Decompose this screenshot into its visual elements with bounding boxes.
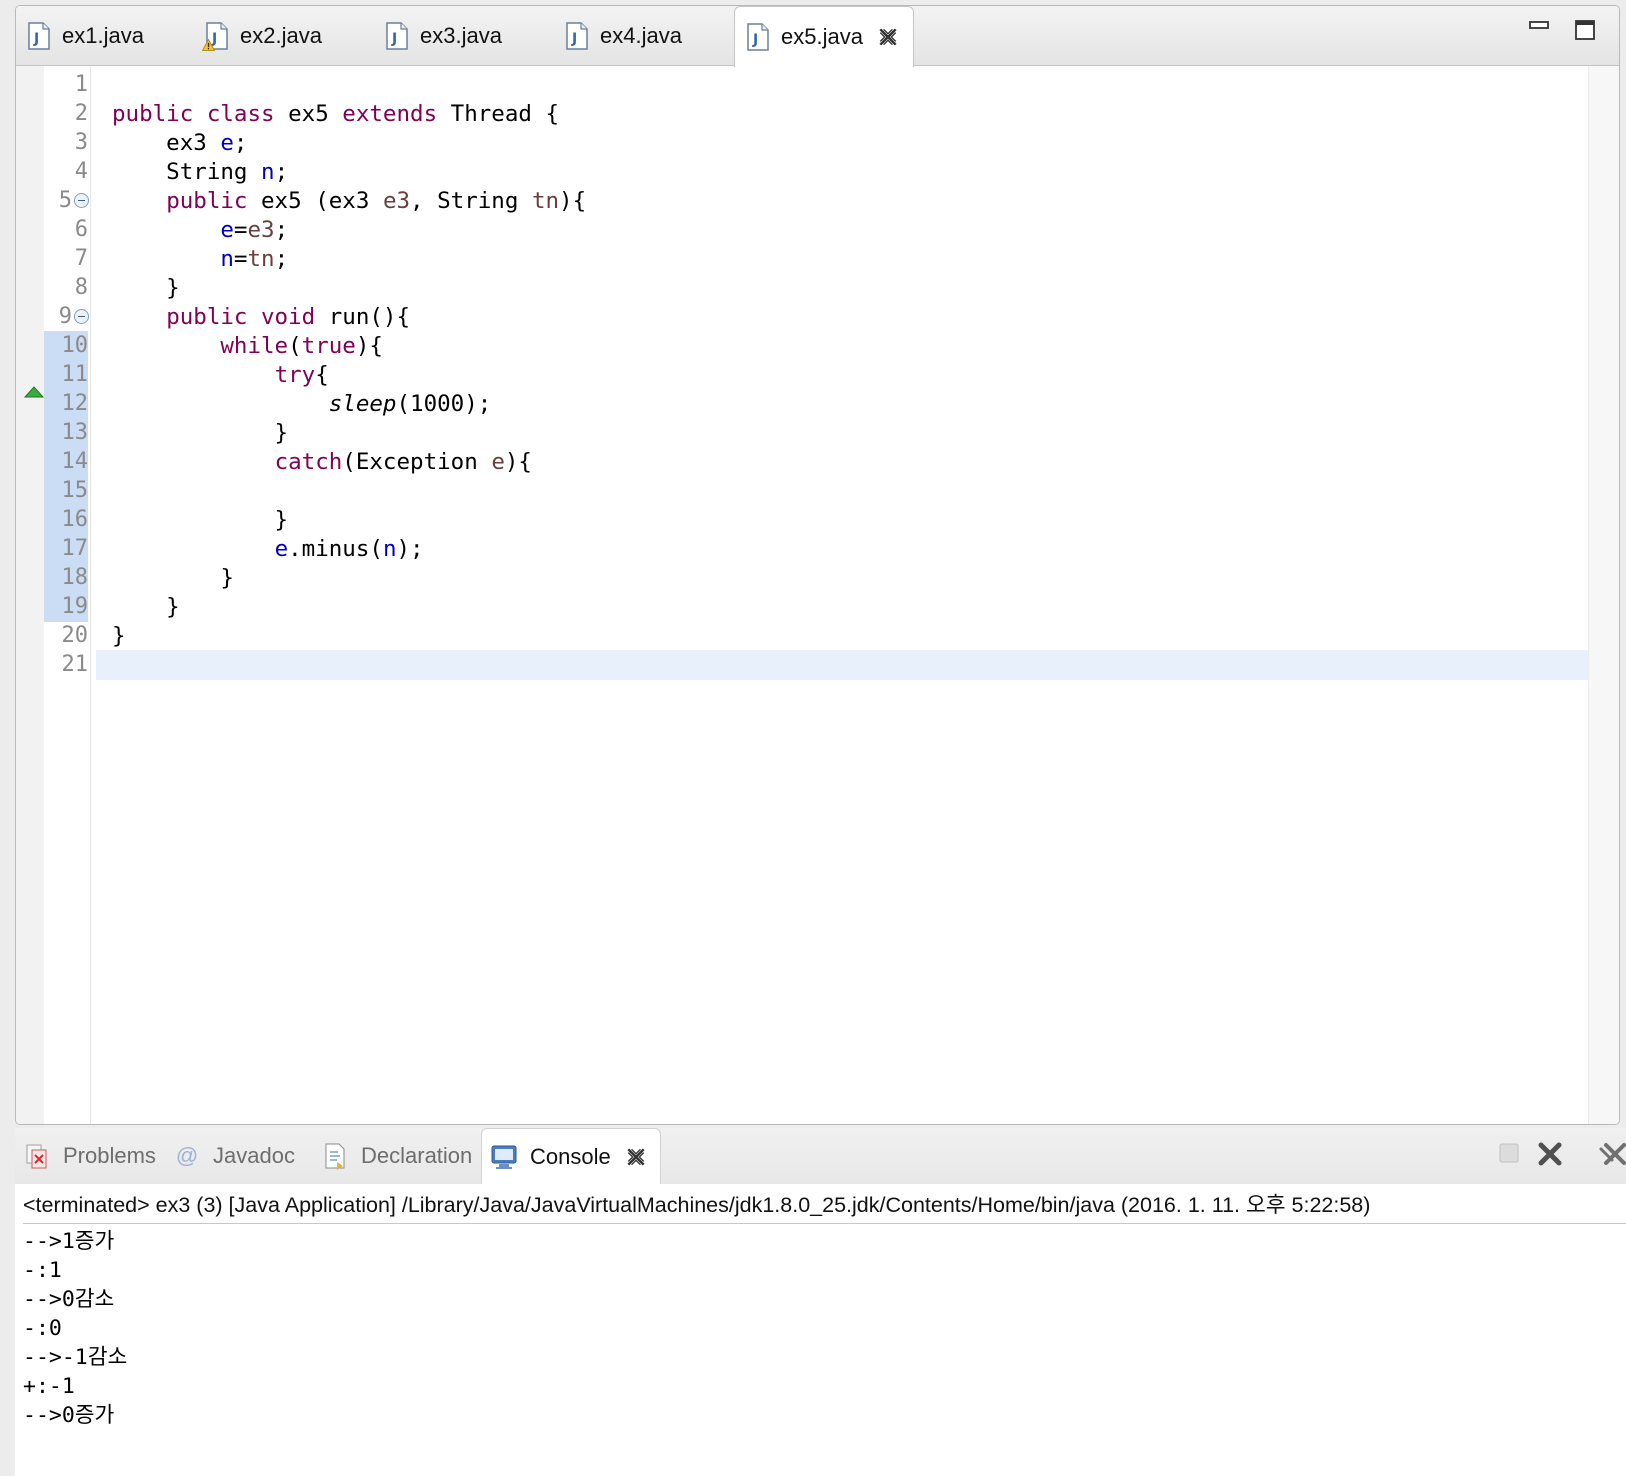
- line-number: 8: [74, 275, 88, 300]
- at-sign-icon: @: [175, 1143, 199, 1168]
- code-editor[interactable]: public class ex5 extends Thread { ex3 e;…: [96, 66, 1589, 1124]
- code-line[interactable]: }: [96, 273, 1589, 303]
- line-number: 10: [44, 331, 88, 361]
- line-number: 19: [44, 592, 88, 622]
- tab-label: ex1.java: [62, 22, 144, 48]
- code-line[interactable]: while(true){: [96, 331, 1589, 361]
- console-output-line: -:1: [23, 1258, 62, 1283]
- remove-launch-icon[interactable]: [1536, 1140, 1564, 1168]
- console-launch-description: <terminated> ex3 (3) [Java Application] …: [23, 1186, 1626, 1224]
- tab-ex4-java[interactable]: J ex4.java: [554, 6, 734, 65]
- tab-ex3-java[interactable]: J ex3.java: [374, 6, 554, 65]
- line-number: 6: [74, 217, 88, 242]
- console-output-line: -->0증가: [23, 1403, 115, 1428]
- console-output-line: -->1증가: [23, 1229, 115, 1254]
- code-line[interactable]: public class ex5 extends Thread {: [96, 99, 1589, 129]
- code-line[interactable]: }: [96, 505, 1589, 535]
- remove-all-terminated-icon[interactable]: [1598, 1140, 1626, 1168]
- line-number: 7: [74, 246, 88, 271]
- code-line[interactable]: e=e3;: [96, 215, 1589, 245]
- line-number: 20: [61, 623, 89, 648]
- collapse-fold-icon[interactable]: [74, 193, 89, 208]
- close-tab-icon[interactable]: [625, 1146, 647, 1168]
- tab-label: Javadoc: [213, 1143, 295, 1168]
- java-file-icon: J: [386, 21, 408, 50]
- line-number: 13: [44, 418, 88, 448]
- code-line[interactable]: sleep(1000);: [96, 389, 1589, 419]
- editor-tab-bar: J ex1.java J ex2.java J ex3.java J ex4.j…: [16, 6, 1619, 67]
- code-line[interactable]: [96, 476, 1589, 506]
- code-line[interactable]: catch(Exception e){: [96, 447, 1589, 477]
- code-line[interactable]: String n;: [96, 157, 1589, 187]
- tab-label: Problems: [63, 1143, 156, 1168]
- line-number: 3: [74, 130, 88, 155]
- line-number: 11: [44, 360, 88, 390]
- code-line[interactable]: }: [96, 621, 1589, 651]
- java-file-icon: J: [28, 21, 50, 50]
- java-file-icon: J: [747, 23, 769, 51]
- code-line[interactable]: public ex5 (ex3 e3, String tn){: [96, 186, 1589, 216]
- tab-label: Console: [530, 1143, 611, 1169]
- java-file-icon: J: [566, 21, 588, 50]
- warning-icon: [202, 38, 215, 51]
- line-number: 12: [44, 389, 88, 419]
- tab-ex5-java[interactable]: J ex5.java: [734, 6, 914, 67]
- code-line[interactable]: try{: [96, 360, 1589, 390]
- tab-ex1-java[interactable]: J ex1.java: [16, 6, 194, 65]
- line-number: 21: [61, 652, 89, 677]
- console-output[interactable]: -->1증가 -:1 -->0감소 -:0 -->-1감소 +:-1 -->0증가: [23, 1227, 1626, 1476]
- tab-javadoc[interactable]: @ Javadoc: [165, 1128, 313, 1184]
- code-line[interactable]: [96, 650, 1589, 680]
- view-tab-bar: Problems @ Javadoc Declaration Console: [15, 1128, 1626, 1184]
- line-number: 17: [44, 534, 88, 564]
- tab-problems[interactable]: Problems: [15, 1128, 165, 1184]
- code-line[interactable]: }: [96, 563, 1589, 593]
- console-output-line: +:-1: [23, 1374, 75, 1399]
- code-line[interactable]: n=tn;: [96, 244, 1589, 274]
- close-tab-icon[interactable]: [877, 26, 899, 48]
- line-number: 2: [74, 101, 88, 126]
- collapse-fold-icon[interactable]: [74, 309, 89, 324]
- code-line[interactable]: }: [96, 418, 1589, 448]
- console-icon: [491, 1145, 517, 1169]
- line-number: 14: [44, 447, 88, 477]
- line-number: 1: [74, 72, 88, 97]
- tab-label: ex5.java: [781, 24, 863, 49]
- tab-label: ex3.java: [420, 22, 502, 48]
- declaration-icon: [325, 1143, 345, 1170]
- maximize-icon[interactable]: [1575, 20, 1595, 40]
- console-output-line: -:0: [23, 1316, 62, 1341]
- tab-label: ex4.java: [600, 22, 682, 48]
- annotation-ruler: [16, 66, 44, 1124]
- svg-text:J: J: [752, 32, 758, 48]
- bottom-panel: Problems @ Javadoc Declaration Console <…: [15, 1128, 1626, 1476]
- override-marker-icon: [24, 386, 44, 398]
- console-output-line: -->-1감소: [23, 1345, 128, 1370]
- terminate-icon[interactable]: [1498, 1142, 1520, 1164]
- code-line[interactable]: [96, 70, 1589, 100]
- svg-text:J: J: [391, 31, 397, 47]
- svg-text:J: J: [571, 31, 577, 47]
- problems-icon: [26, 1144, 47, 1169]
- minimize-icon[interactable]: [1529, 20, 1549, 34]
- code-line[interactable]: }: [96, 592, 1589, 622]
- code-line[interactable]: ex3 e;: [96, 128, 1589, 158]
- line-number: 18: [44, 563, 88, 593]
- editor-pane: J ex1.java J ex2.java J ex3.java J ex4.j…: [15, 5, 1620, 1125]
- tab-console[interactable]: Console: [481, 1128, 661, 1184]
- line-number: 15: [44, 476, 88, 506]
- overview-ruler[interactable]: [1588, 66, 1619, 1124]
- code-line[interactable]: public void run(){: [96, 302, 1589, 332]
- code-line[interactable]: e.minus(n);: [96, 534, 1589, 564]
- tab-ex2-java[interactable]: J ex2.java: [194, 6, 374, 65]
- svg-text:J: J: [33, 31, 39, 47]
- line-number: 16: [44, 505, 88, 535]
- tab-declaration[interactable]: Declaration: [313, 1128, 481, 1184]
- console-output-line: -->0감소: [23, 1287, 115, 1312]
- line-number: 4: [74, 159, 88, 184]
- line-number-ruler: 1 2 3 4 5 6 7 8 9 10 11 12 13 14 15 16 17 18 19 20 21: [44, 66, 91, 1124]
- tab-label: ex2.java: [240, 22, 322, 48]
- tab-label: Declaration: [361, 1143, 473, 1168]
